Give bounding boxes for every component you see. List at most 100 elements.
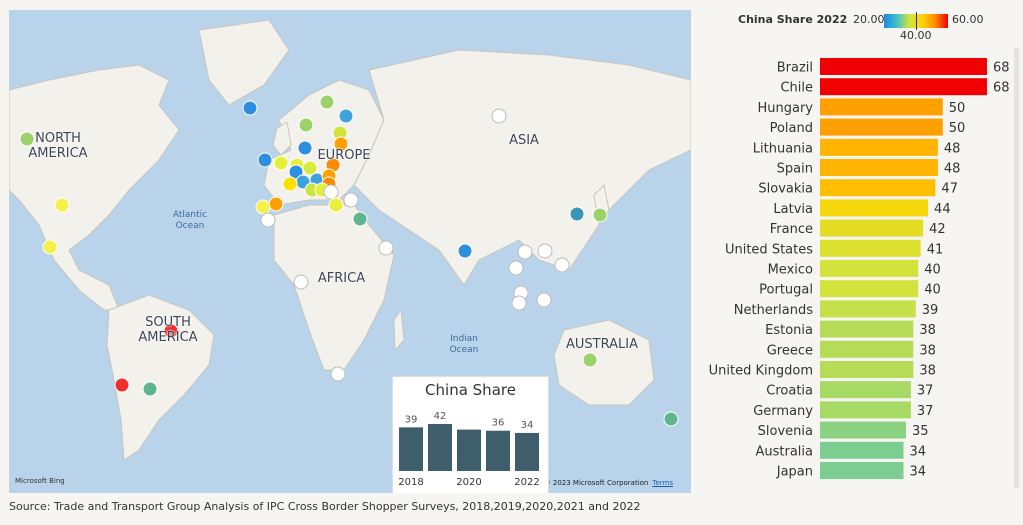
marker-japan xyxy=(592,207,608,223)
marker-philippines xyxy=(554,257,570,273)
marker-france xyxy=(282,176,298,192)
scrollbar[interactable] xyxy=(1014,48,1019,488)
bar-category-label: Australia xyxy=(755,444,813,459)
bar-japan xyxy=(820,462,904,479)
bar-value-label: 37 xyxy=(917,384,934,399)
bar-category-label: United Kingdom xyxy=(709,364,813,379)
label-asia-text: ASIA xyxy=(509,133,539,148)
marker-thailand xyxy=(508,260,524,276)
bar-portugal xyxy=(820,280,919,298)
bar-slovenia xyxy=(820,421,906,439)
marker-portugal xyxy=(255,199,271,215)
marker-korea xyxy=(569,206,585,222)
marker-serbia xyxy=(323,184,339,200)
bar-svg: Brazil 68 Chile 68 Hungary 50 Poland 50 Lithuani… xyxy=(709,58,1010,480)
marker-morocco xyxy=(260,212,276,228)
marker-united-states xyxy=(54,197,70,213)
label-asia: ASIA xyxy=(499,133,549,148)
label-indian-text: Indian Ocean xyxy=(449,334,479,355)
terms-link[interactable]: Terms xyxy=(652,479,673,487)
bar-mexico xyxy=(820,260,919,277)
world-map[interactable]: NORTH AMERICA SOUTH AMERICA EUROPE ASIA … xyxy=(9,10,691,493)
inset-bar-2019 xyxy=(428,424,452,471)
bar-category-label: Hungary xyxy=(757,101,813,116)
inset-chart: China Share 39 42 36 34 2018 2020 2022 xyxy=(392,376,549,493)
label-australia: AUSTRALIA xyxy=(562,337,642,352)
bar-lithuania xyxy=(820,138,938,156)
inset-svg: 39 42 36 34 2018 2020 2022 xyxy=(398,411,539,488)
bar-value-label: 50 xyxy=(949,101,966,116)
bar-category-label: Chile xyxy=(780,81,813,96)
inset-bar-2020 xyxy=(457,429,481,471)
label-australia-text: AUSTRALIA xyxy=(566,337,638,352)
bar-value-label: 38 xyxy=(919,343,936,358)
marker-spain xyxy=(268,196,284,212)
bar-greece xyxy=(820,340,914,358)
bar-category-label: Germany xyxy=(753,404,813,419)
bar-category-label: Greece xyxy=(767,343,813,358)
marker-singapore xyxy=(511,295,527,311)
bar-category-label: Japan xyxy=(776,465,813,480)
inset-axis-label: 2020 xyxy=(456,477,481,488)
label-north-america: NORTH AMERICA xyxy=(23,131,93,161)
marker-australia xyxy=(582,352,598,368)
inset-value-label: 36 xyxy=(492,418,505,429)
bar-category-label: Latvia xyxy=(773,202,813,217)
legend-min: 20.00 xyxy=(853,13,885,26)
marker-united-kingdom xyxy=(273,155,289,171)
bar-spain xyxy=(820,159,938,176)
bar-poland xyxy=(820,118,943,136)
marker-iceland xyxy=(242,100,258,116)
inset-value-label: 42 xyxy=(434,411,447,422)
bar-value-label: 50 xyxy=(949,121,966,136)
marker-mexico xyxy=(42,239,58,255)
bar-value-label: 48 xyxy=(944,162,961,177)
bar-category-label: Mexico xyxy=(768,263,813,278)
bing-logo: Microsoft Bing xyxy=(15,477,65,485)
bar-category-label: Lithuania xyxy=(753,141,813,156)
marker-ireland xyxy=(257,152,273,168)
bar-croatia xyxy=(820,381,911,399)
marker-argentina xyxy=(142,381,158,397)
bar-value-label: 48 xyxy=(944,141,961,156)
bar-chart[interactable]: Brazil 68 Chile 68 Hungary 50 Poland 50 Lithuani… xyxy=(700,48,1020,488)
source-note: Source: Trade and Transport Group Analys… xyxy=(9,500,641,513)
bar-france xyxy=(820,219,924,237)
marker-india xyxy=(457,243,473,259)
bar-category-label: France xyxy=(770,222,813,237)
marker-nigeria xyxy=(293,274,309,290)
marker-finland xyxy=(338,108,354,124)
label-indian: Indian Ocean xyxy=(439,334,489,356)
bar-value-label: 40 xyxy=(924,263,941,278)
label-south-america: SOUTH AMERICA xyxy=(129,315,207,345)
marker-new-zealand xyxy=(663,411,679,427)
label-africa: AFRICA xyxy=(309,271,374,286)
legend-mid-tick xyxy=(916,12,917,30)
color-legend: China Share 2022 20.00 60.00 40.00 xyxy=(700,8,1020,48)
bar-value-label: 42 xyxy=(929,222,946,237)
marker-indonesia xyxy=(536,292,552,308)
bar-value-label: 68 xyxy=(993,81,1010,96)
bar-value-label: 47 xyxy=(941,182,958,197)
bing-text: Microsoft Bing xyxy=(15,477,65,485)
label-atlantic-text: Atlantic Ocean xyxy=(172,210,208,231)
marker-romania xyxy=(343,192,359,208)
marker-chile xyxy=(114,377,130,393)
bar-estonia xyxy=(820,320,914,338)
bar-value-label: 44 xyxy=(934,202,951,217)
map-copyright: © 2023 Microsoft Corporation Terms xyxy=(544,479,673,487)
bar-value-label: 37 xyxy=(917,404,934,419)
bar-australia xyxy=(820,441,904,459)
marker-greece xyxy=(328,197,344,213)
marker-taiwan xyxy=(537,243,553,259)
marker-hong-kong xyxy=(517,244,533,260)
inset-bar-2018 xyxy=(399,427,423,471)
inset-value-label: 39 xyxy=(405,414,418,425)
legend-title: China Share 2022 xyxy=(738,13,848,26)
inset-bar-2022 xyxy=(515,432,539,471)
map-land xyxy=(9,19,691,461)
marker-sweden xyxy=(298,117,314,133)
bar-value-label: 38 xyxy=(919,364,936,379)
bar-slovakia xyxy=(820,179,936,197)
bar-latvia xyxy=(820,199,929,217)
